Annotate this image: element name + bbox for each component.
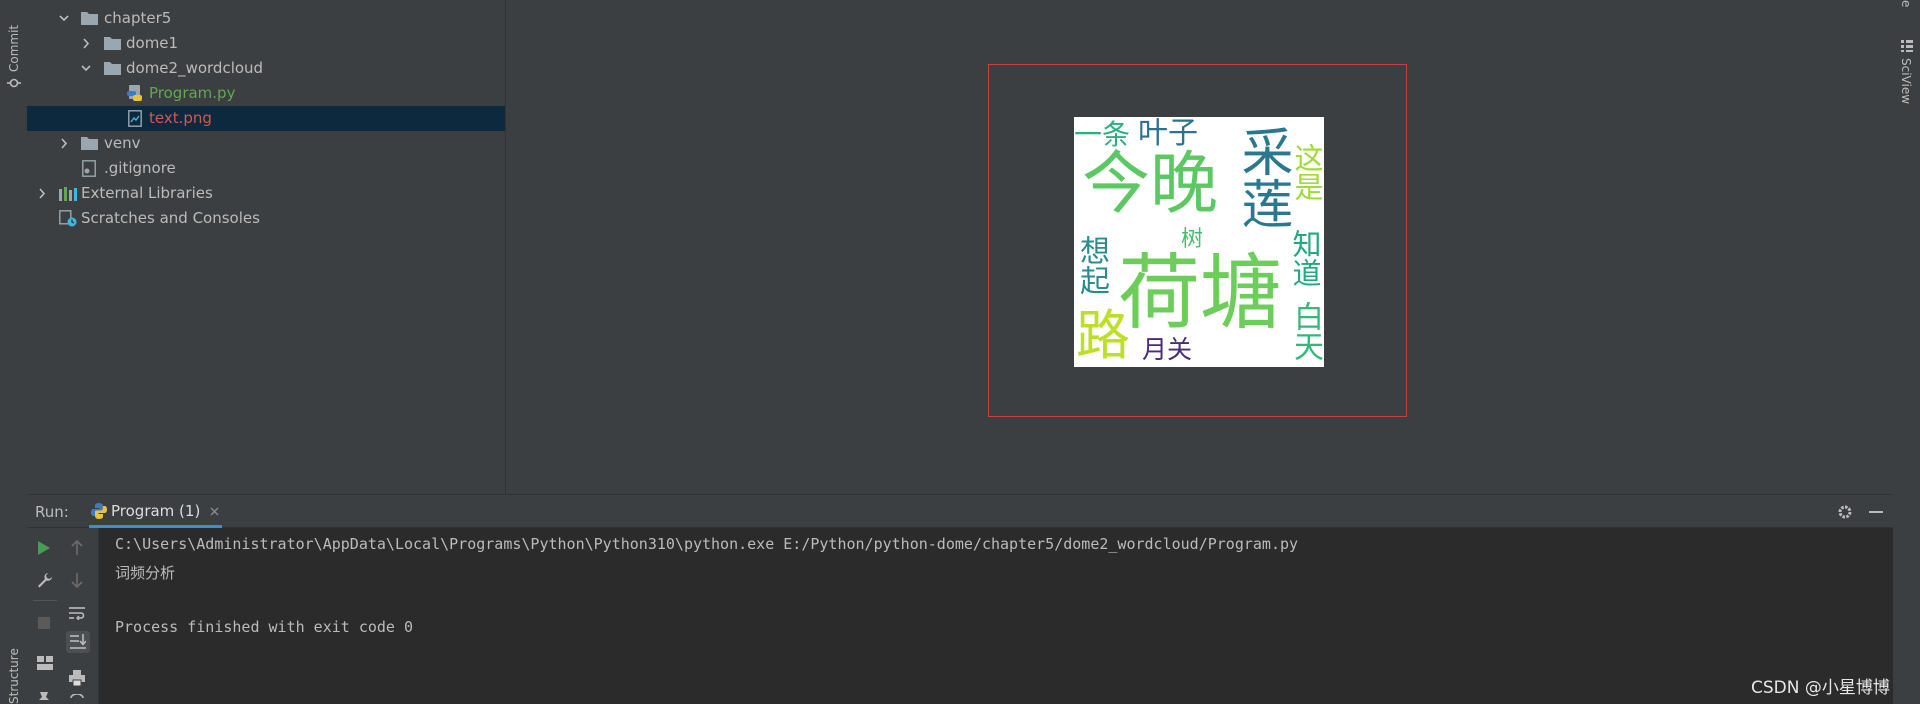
- tree-item-label: .gitignore: [104, 159, 176, 177]
- commit-icon: [7, 78, 21, 88]
- python-icon: [91, 503, 107, 519]
- tree-item-label: venv: [104, 134, 141, 152]
- tree-item-label: dome2_wordcloud: [126, 59, 264, 77]
- tree-item-dome1[interactable]: dome1: [27, 31, 505, 56]
- console-line-command: C:\Users\Administrator\AppData\Local\Pro…: [115, 535, 1299, 553]
- tree-item-label: dome1: [126, 34, 179, 52]
- tree-item-dome2-wordcloud[interactable]: dome2_wordcloud: [27, 56, 505, 81]
- tree-item-text-png[interactable]: text.png: [27, 106, 505, 131]
- toolbar-divider: [33, 600, 57, 601]
- run-tab[interactable]: Program (1): [89, 495, 222, 528]
- minimize-icon[interactable]: [1869, 511, 1883, 513]
- delete-icon[interactable]: [69, 694, 85, 704]
- close-icon[interactable]: [210, 507, 219, 516]
- down-arrow-icon[interactable]: [71, 572, 83, 588]
- chevron-right-icon[interactable]: [57, 131, 71, 156]
- sciview-icon: [1901, 40, 1913, 52]
- scratches-icon: [59, 210, 77, 227]
- wrench-icon[interactable]: [37, 572, 53, 588]
- word-yezi: 叶子: [1138, 117, 1198, 151]
- run-tab-label: Program (1): [111, 502, 201, 520]
- layout-icon[interactable]: [37, 656, 53, 670]
- gitignore-file-icon: [82, 160, 96, 177]
- tree-item-external-libraries[interactable]: External Libraries: [27, 181, 505, 206]
- console-line-exit: Process finished with exit code 0: [115, 618, 414, 636]
- word-baitian: 白天: [1288, 301, 1323, 361]
- tree-item-venv[interactable]: venv: [27, 131, 505, 156]
- word-yueguan: 月关: [1142, 335, 1193, 364]
- word-cailian: 采莲: [1232, 125, 1292, 229]
- word-xiangqi: 想起: [1074, 235, 1109, 295]
- gear-icon[interactable]: [1837, 504, 1853, 520]
- tree-item-label: chapter5: [104, 9, 172, 27]
- image-viewer: 今晚 荷塘 采莲 一条 叶子 知道 这是 想起 树 路 白天 月关: [506, 0, 1893, 494]
- left-tool-strip: Commit Structure: [0, 0, 28, 704]
- stop-icon[interactable]: [38, 617, 50, 629]
- python-file-icon: [127, 85, 142, 101]
- chevron-right-icon[interactable]: [35, 181, 49, 206]
- chevron-right-icon[interactable]: [79, 31, 93, 56]
- run-toolbar: [27, 528, 99, 704]
- word-zheshi: 这是: [1290, 143, 1324, 201]
- tree-item-chapter5[interactable]: chapter5: [27, 6, 505, 31]
- tree-item-program-py[interactable]: Program.py: [27, 81, 505, 106]
- structure-label: Structure: [7, 648, 21, 704]
- print-icon[interactable]: [69, 670, 85, 686]
- right-tool-strip: e SciView: [1892, 0, 1920, 704]
- run-label: Run:: [35, 503, 69, 521]
- up-arrow-icon[interactable]: [71, 540, 83, 556]
- rerun-icon[interactable]: [37, 540, 51, 556]
- tree-item-label: Program.py: [149, 84, 236, 102]
- structure-tool-button[interactable]: Structure: [0, 620, 27, 704]
- tree-item-scratches[interactable]: Scratches and Consoles: [27, 206, 505, 231]
- wordcloud-image: 今晚 荷塘 采莲 一条 叶子 知道 这是 想起 树 路 白天 月关: [1074, 117, 1324, 367]
- run-console[interactable]: C:\Users\Administrator\AppData\Local\Pro…: [27, 528, 1893, 704]
- sciview-tool-button[interactable]: SciView: [1899, 58, 1913, 104]
- chevron-down-icon[interactable]: [79, 56, 93, 81]
- chevron-down-icon[interactable]: [57, 6, 71, 31]
- tree-item-label: External Libraries: [81, 184, 213, 202]
- folder-icon: [81, 137, 98, 150]
- tree-item-label: Scratches and Consoles: [81, 209, 260, 227]
- console-line-output: 词频分析: [115, 564, 176, 582]
- soft-wrap-icon[interactable]: [69, 606, 85, 620]
- scroll-to-end-toggle[interactable]: [66, 631, 90, 653]
- image-file-icon: [128, 110, 142, 127]
- word-shu: 树: [1181, 227, 1204, 252]
- word-lu: 路: [1076, 304, 1130, 367]
- commit-tool-button[interactable]: Commit: [0, 0, 27, 95]
- library-icon: [59, 187, 77, 201]
- scroll-to-end-icon: [70, 634, 86, 649]
- tree-item-label: text.png: [149, 109, 212, 127]
- word-jinwan: 今晚: [1082, 145, 1219, 224]
- run-panel-header: Run: Program (1): [27, 494, 1893, 528]
- project-tree: chapter5 dome1 dome2_wordcloud Program.p…: [27, 0, 506, 494]
- folder-icon: [104, 62, 121, 75]
- pin-icon[interactable]: [37, 692, 51, 704]
- word-hetang: 荷塘: [1118, 246, 1283, 341]
- right-top-label: e: [1899, 0, 1913, 8]
- folder-icon: [104, 37, 121, 50]
- watermark: CSDN @小星博博: [1751, 678, 1890, 698]
- commit-label: Commit: [7, 24, 21, 72]
- word-zhidao: 知道: [1288, 229, 1322, 287]
- folder-icon: [81, 12, 98, 25]
- word-yitiao: 一条: [1074, 118, 1131, 151]
- tree-item-gitignore[interactable]: .gitignore: [27, 156, 505, 181]
